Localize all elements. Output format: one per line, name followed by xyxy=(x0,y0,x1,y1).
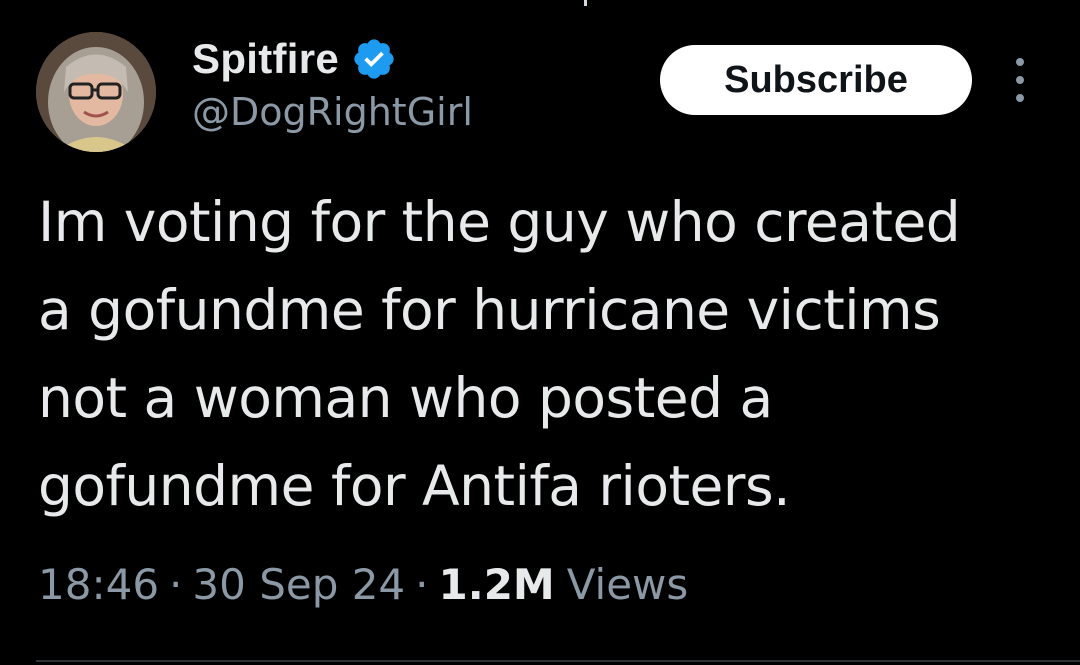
tweet-meta: 18:46 · 30 Sep 24 · 1.2M Views xyxy=(38,560,688,609)
avatar-image xyxy=(36,32,156,152)
tweet-line: gofundme for Antifa rioters. xyxy=(38,454,791,518)
meta-separator: · xyxy=(415,560,429,609)
views-label: Views xyxy=(566,560,689,609)
bottom-divider xyxy=(36,660,1080,662)
tweet-text: Im voting for the guy who created a gofu… xyxy=(38,178,1048,530)
display-name[interactable]: Spitfire xyxy=(192,35,339,83)
tweet-date[interactable]: 30 Sep 24 xyxy=(192,560,405,609)
subscribe-button[interactable]: Subscribe xyxy=(660,45,972,115)
top-divider-tick xyxy=(584,0,587,6)
name-row: Spitfire xyxy=(192,30,473,88)
more-vertical-icon[interactable] xyxy=(1006,58,1034,102)
tweet-line: a gofundme for hurricane victims xyxy=(38,278,941,342)
views-count: 1.2M xyxy=(438,560,555,609)
meta-separator: · xyxy=(169,560,183,609)
author-info[interactable]: Spitfire @DogRightGirl xyxy=(192,30,473,134)
tweet-time[interactable]: 18:46 xyxy=(38,560,159,609)
more-dot xyxy=(1016,76,1024,84)
more-dot xyxy=(1016,58,1024,66)
tweet-line: Im voting for the guy who created xyxy=(38,190,961,254)
verified-badge-icon[interactable] xyxy=(351,36,397,82)
more-dot xyxy=(1016,94,1024,102)
avatar[interactable] xyxy=(36,32,156,152)
user-handle[interactable]: @DogRightGirl xyxy=(192,90,473,134)
tweet-line: not a woman who posted a xyxy=(38,366,773,430)
